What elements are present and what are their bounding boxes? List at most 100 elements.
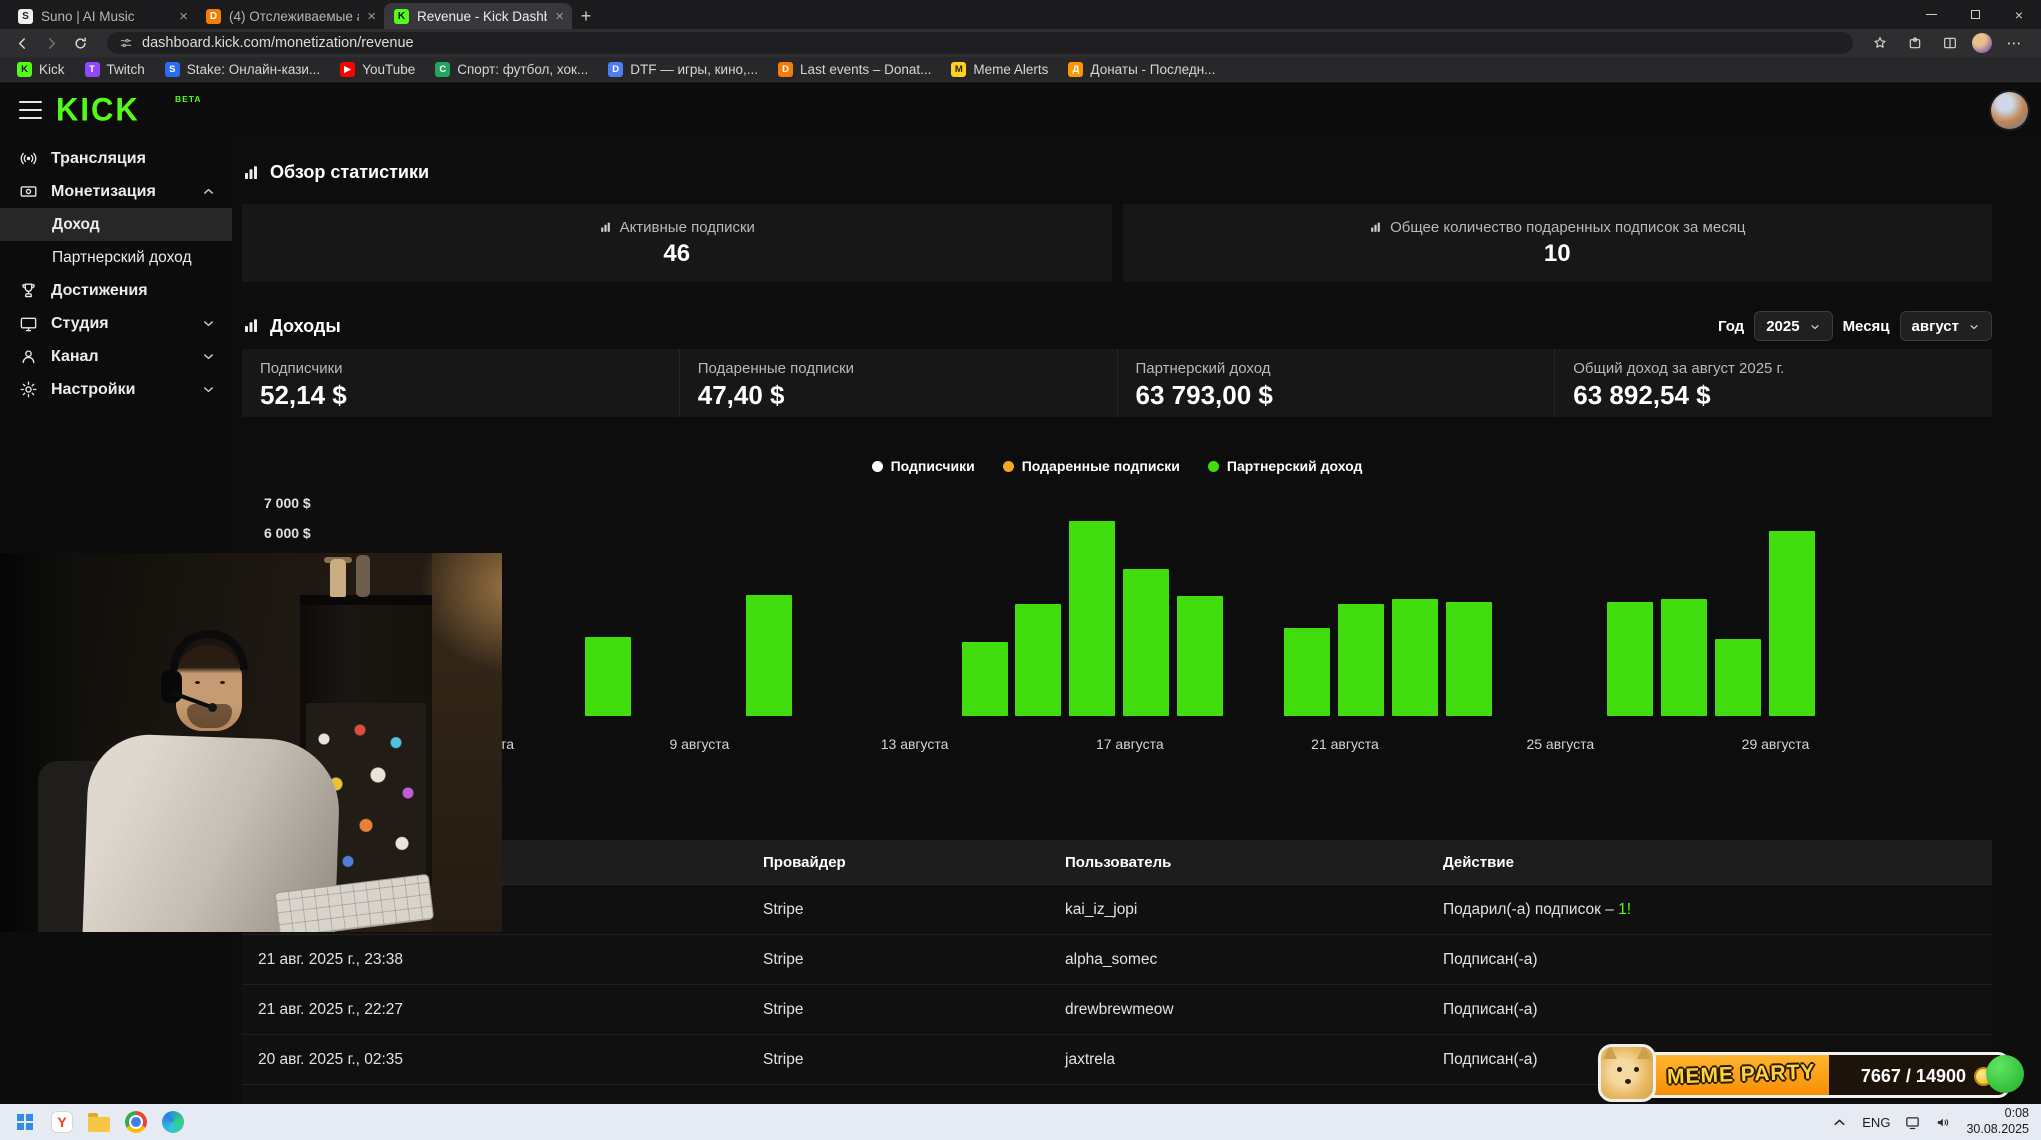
display-tray-button[interactable]: [1904, 1114, 1921, 1131]
tab-close-icon[interactable]: ×: [367, 8, 376, 25]
menu-button[interactable]: [19, 101, 42, 119]
refresh-button[interactable]: [68, 31, 93, 55]
chart-bar[interactable]: [1069, 521, 1115, 716]
sidebar-item-партнерский-доход[interactable]: Партнерский доход: [0, 241, 232, 274]
overview-section-title: Обзор статистики: [242, 162, 429, 183]
yandex-browser-button[interactable]: Y: [47, 1107, 77, 1137]
meme-progress-bar: MEME PARTY 7667 / 14900: [1638, 1052, 2010, 1098]
bookmark-item[interactable]: ▶YouTube: [331, 59, 424, 80]
stat-card-label: Активные подписки: [620, 219, 755, 236]
chrome-button[interactable]: [121, 1107, 151, 1137]
clock[interactable]: 0:08 30.08.2025: [1966, 1106, 2029, 1137]
sidebar-nav: ТрансляцияМонетизация Доход Партнерский до…: [0, 142, 232, 406]
close-button[interactable]: ×: [1997, 0, 2041, 29]
bookmark-favicon-icon: T: [85, 62, 100, 77]
chart-bar[interactable]: [1607, 602, 1653, 716]
plus-icon: +: [581, 6, 592, 27]
cell-date: 21 авг. 2025 г., 22:27: [242, 1001, 747, 1019]
split-screen-button[interactable]: [1937, 31, 1962, 55]
edge-icon: [162, 1111, 184, 1133]
table-row[interactable]: 21 авг. 2025 г., 23:38Stripealpha_somecП…: [242, 935, 1992, 985]
sidebar-item-монетизация[interactable]: Монетизация: [0, 175, 232, 208]
new-tab-button[interactable]: +: [572, 3, 600, 29]
chart-bar[interactable]: [1392, 599, 1438, 716]
maximize-button[interactable]: [1953, 0, 1997, 29]
sidebar-item-label: Доход: [52, 216, 100, 234]
bookmark-item[interactable]: ДДонаты - Последн...: [1059, 59, 1224, 80]
table-row[interactable]: Stripekai_iz_jopiПодарил(-а) подписок – …: [242, 885, 1992, 935]
doge-ear: [1603, 1045, 1617, 1059]
sidebar-item-настройки[interactable]: Настройки: [0, 373, 232, 406]
revenue-card-value: 47,40 $: [698, 380, 1117, 411]
bookmark-item[interactable]: SStake: Онлайн-кази...: [156, 59, 329, 80]
year-select[interactable]: 2025: [1754, 311, 1832, 341]
chart-bar[interactable]: [962, 642, 1008, 716]
tray-time: 0:08: [1966, 1106, 2029, 1122]
extensions-puzzle-icon: [1907, 35, 1923, 51]
chart-bar[interactable]: [1177, 596, 1223, 716]
bookmark-item[interactable]: KKick: [8, 59, 74, 80]
notification-bubble[interactable]: [1986, 1055, 2024, 1093]
trophy-icon: [19, 281, 38, 300]
browser-tab-bar: SSuno | AI Music×D(4) Отслеживаемые акти…: [0, 0, 2041, 29]
back-button[interactable]: [10, 31, 35, 55]
bookmarks-list: KKickTTwitchSStake: Онлайн-кази...▶YouTu…: [8, 59, 1224, 80]
chart-bar[interactable]: [1338, 604, 1384, 716]
extensions-button[interactable]: [1902, 31, 1927, 55]
language-indicator[interactable]: ENG: [1862, 1115, 1890, 1130]
browser-tab[interactable]: D(4) Отслеживаемые активные...×: [196, 3, 384, 29]
minimize-icon: [1926, 14, 1937, 15]
chart-bar[interactable]: [1123, 569, 1169, 716]
cell-provider: Stripe: [747, 901, 1049, 919]
address-bar[interactable]: dashboard.kick.com/monetization/revenue: [107, 32, 1853, 54]
bookmark-item[interactable]: ССпорт: футбол, хок...: [426, 59, 597, 80]
cell-date: 20 авг. 2025 г., 02:35: [242, 1051, 747, 1069]
table-row[interactable]: 21 авг. 2025 г., 22:27Stripedrewbrewmeow…: [242, 985, 1992, 1035]
chart-bar[interactable]: [585, 637, 631, 716]
browser-profile-avatar[interactable]: [1972, 33, 1992, 53]
revenue-card-label: Общий доход за август 2025 г.: [1573, 360, 1992, 377]
browser-tab[interactable]: KRevenue - Kick Dashboard×: [384, 3, 572, 29]
bookmark-item[interactable]: DLast events – Donat...: [769, 59, 940, 80]
bookmark-item[interactable]: DDTF — игры, кино,...: [599, 59, 767, 80]
file-explorer-button[interactable]: [84, 1107, 114, 1137]
tray-expand-button[interactable]: [1831, 1114, 1848, 1131]
sidebar-item-достижения[interactable]: Достижения: [0, 274, 232, 307]
bookmark-item[interactable]: MMeme Alerts: [942, 59, 1057, 80]
doge-ear: [1637, 1045, 1651, 1059]
sidebar-item-доход[interactable]: Доход: [0, 208, 232, 241]
forward-button[interactable]: [39, 31, 64, 55]
start-button[interactable]: [10, 1107, 40, 1137]
chart-bar[interactable]: [1769, 531, 1815, 716]
chart-bar[interactable]: [1661, 599, 1707, 716]
user-avatar[interactable]: [1991, 92, 2028, 129]
kick-logo[interactable]: KICK: [56, 91, 140, 129]
tab-favicon-icon: S: [18, 9, 33, 24]
stat-card-value: 46: [663, 240, 690, 268]
sidebar-item-label: Настройки: [51, 381, 135, 399]
chart-bar[interactable]: [1015, 604, 1061, 716]
edge-button[interactable]: [158, 1107, 188, 1137]
chart-bar[interactable]: [1715, 639, 1761, 716]
x-axis-label: 21 августа: [1275, 736, 1415, 752]
legend-label: Партнерский доход: [1227, 458, 1363, 474]
chart-bar[interactable]: [1446, 602, 1492, 716]
tab-close-icon[interactable]: ×: [555, 8, 564, 25]
tab-close-icon[interactable]: ×: [179, 8, 188, 25]
bookmark-item[interactable]: TTwitch: [76, 59, 154, 80]
sidebar-item-канал[interactable]: Канал: [0, 340, 232, 373]
chart-bar[interactable]: [1284, 628, 1330, 716]
chart-bar[interactable]: [746, 595, 792, 716]
minimize-button[interactable]: [1909, 0, 1953, 29]
volume-button[interactable]: [1935, 1114, 1952, 1131]
sidebar-item-трансляция[interactable]: Трансляция: [0, 142, 232, 175]
browser-tab[interactable]: SSuno | AI Music×: [8, 3, 196, 29]
sidebar-item-студия[interactable]: Студия: [0, 307, 232, 340]
cell-date: 21 авг. 2025 г., 23:38: [242, 951, 747, 969]
month-select[interactable]: август: [1900, 311, 1992, 341]
bookmark-favicon-icon: Д: [1068, 62, 1083, 77]
sidebar-item-label: Студия: [51, 315, 109, 333]
legend-dot-icon: [872, 461, 883, 472]
bookmark-star-button[interactable]: [1867, 31, 1892, 55]
browser-menu-button[interactable]: ⋯: [2002, 31, 2027, 55]
